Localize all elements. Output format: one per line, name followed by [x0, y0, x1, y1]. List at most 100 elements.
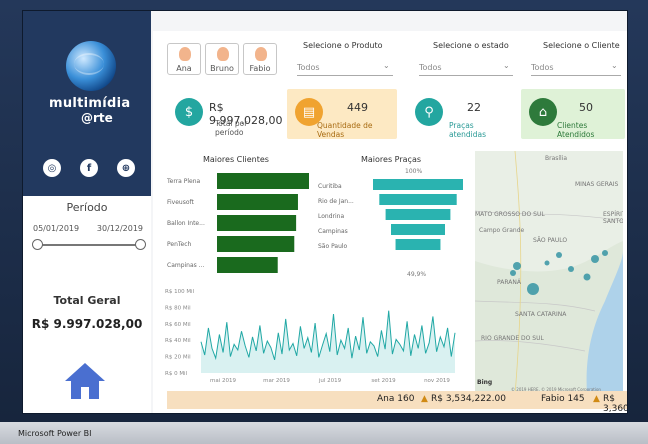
map-label: SANTA CATARINA	[515, 311, 567, 318]
map-visual[interactable]: Brasília MINAS GERAIS ESPÍRITO SANTO MAT…	[475, 151, 623, 395]
filter-estado-value[interactable]: Todos	[419, 63, 442, 72]
funnel-category-label: Campinas	[318, 228, 348, 235]
filter-underline	[297, 75, 393, 76]
report-main: Ana Bruno Fabio Selecione o Produto Todo…	[153, 31, 627, 413]
kpi-value: 449	[347, 101, 368, 114]
taskbar: Microsoft Power BI	[0, 422, 648, 444]
facebook-icon[interactable]: f	[80, 159, 98, 177]
total-label: Total Geral	[53, 294, 121, 307]
client-bar	[217, 215, 297, 231]
slider-start-handle[interactable]	[32, 239, 43, 250]
x-axis-label: set 2019	[371, 378, 396, 384]
funnel-bar	[391, 224, 445, 235]
triangle-up-icon: ▲	[593, 394, 600, 404]
employee-button-ana[interactable]: Ana	[167, 43, 201, 75]
social-links: ◎ f ⊕	[43, 159, 135, 177]
employee-name: Fabio	[249, 64, 271, 73]
period-label: Período	[66, 201, 108, 214]
chart-vendas-tempo: R$ 100 Mil R$ 80 Mil R$ 60 Mil R$ 40 Mil R$ …	[165, 289, 456, 384]
person-icon	[255, 47, 267, 61]
x-axis-label: mar 2019	[263, 378, 290, 384]
funnel-top-label: 100%	[405, 168, 423, 175]
person-icon	[179, 47, 191, 61]
people-icon: ⌂	[529, 98, 557, 126]
map-label: ESPÍRITO SANTO	[603, 211, 623, 225]
filter-cliente-value[interactable]: Todos	[531, 63, 554, 72]
chevron-down-icon[interactable]: ⌄	[503, 61, 510, 70]
map-label: SÃO PAULO	[533, 237, 568, 244]
filter-underline	[531, 75, 621, 76]
chart-pracas-title: Maiores Praças	[361, 155, 422, 164]
instagram-icon[interactable]: ◎	[43, 159, 61, 177]
client-bar	[217, 236, 295, 252]
funnel-category-label: Curitiba	[318, 183, 342, 190]
map-label: Campo Grande	[479, 227, 525, 234]
monitor-frame: multimídia @rte ◎ f ⊕ Período 05/01/2019…	[0, 0, 648, 444]
filter-produto-label: Selecione o Produto	[303, 41, 383, 50]
chevron-down-icon[interactable]: ⌄	[611, 61, 618, 70]
x-axis-label: nov 2019	[424, 378, 450, 384]
date-end: 30/12/2019	[96, 224, 143, 233]
bar-category-label: Campinas ...	[167, 262, 205, 269]
ticker-left-name: Ana 160	[377, 394, 415, 404]
taskbar-app-title[interactable]: Microsoft Power BI	[18, 429, 92, 438]
home-icon[interactable]	[63, 361, 107, 401]
funnel-category-label: Londrina	[318, 213, 344, 220]
bar-category-label: Ballon Inte...	[167, 220, 205, 227]
filter-cliente-label: Selecione o Cliente	[543, 41, 620, 50]
client-bar	[217, 257, 278, 273]
globe-logo-icon	[66, 41, 116, 91]
client-bar	[217, 173, 309, 189]
chevron-down-icon[interactable]: ⌄	[383, 61, 390, 70]
person-icon	[217, 47, 229, 61]
employee-name: Ana	[176, 64, 192, 73]
filter-estado-label: Selecione o estado	[433, 41, 509, 50]
map-label: MINAS GERAIS	[575, 181, 619, 188]
map-label: RIO GRANDE DO SUL	[481, 335, 544, 342]
y-axis-label: R$ 100 Mil	[165, 289, 195, 295]
kpi-label: Praças atendidas	[449, 121, 487, 139]
kpi-card-clientes: ⌂ 50 Clientes Atendidos	[521, 89, 625, 139]
funnel-bar	[379, 194, 457, 205]
bar-category-label: Fiveusoft	[167, 199, 195, 206]
funnel-bottom-label: 49,9%	[407, 271, 427, 278]
bar-category-label: PenTech	[167, 241, 192, 248]
money-icon: $	[175, 98, 203, 126]
x-axis-label: jul 2019	[318, 378, 342, 384]
filter-underline	[419, 75, 513, 76]
kpi-value: 22	[467, 101, 481, 114]
sales-ticker: Ana 160 ▲ R$ 3,534,222.00 Fabio 145 ▲ R$…	[167, 391, 627, 413]
ticker-right-amount: R$ 3,360	[603, 394, 628, 414]
funnel-bar	[373, 179, 463, 190]
slider-end-handle[interactable]	[135, 239, 146, 250]
map-label: MATO GROSSO DO SUL	[475, 211, 545, 218]
employee-name: Bruno	[210, 64, 234, 73]
total-value: R$ 9.997.028,00	[31, 317, 143, 331]
map-label: Brasília	[545, 155, 568, 162]
kpi-label: Total por período	[215, 119, 248, 137]
bing-logo: Bing	[477, 379, 493, 386]
powerbi-report-canvas: multimídia @rte ◎ f ⊕ Período 05/01/2019…	[22, 10, 628, 414]
website-icon[interactable]: ⊕	[117, 159, 135, 177]
map-pin-icon: ⚲	[415, 98, 443, 126]
date-start: 05/01/2019	[33, 224, 80, 233]
y-axis-label: R$ 40 Mil	[165, 338, 191, 344]
bar-category-label: Terra Plena	[166, 178, 201, 185]
filter-produto-value[interactable]: Todos	[297, 63, 320, 72]
funnel-category-label: Rio de Jan...	[318, 198, 354, 205]
chart-pracas: Curitiba Rio de Jan... Londrina Campinas São…	[318, 179, 463, 250]
brand-panel: multimídia @rte ◎ f ⊕	[23, 11, 151, 196]
kpi-card-vendas: ▤ 449 Quantidade de Vendas	[287, 89, 397, 139]
period-slider[interactable]	[32, 239, 146, 250]
chart-clientes: Terra Plena Fiveusoft Ballon Inte... PenTec…	[166, 173, 309, 273]
funnel-category-label: São Paulo	[318, 243, 348, 250]
sidebar: multimídia @rte ◎ f ⊕ Período 05/01/2019…	[23, 11, 151, 413]
kpi-value: 50	[579, 101, 593, 114]
date-range: 05/01/2019 30/12/2019	[33, 224, 143, 233]
employee-button-fabio[interactable]: Fabio	[243, 43, 277, 75]
ticker-right-name: Fabio 145	[541, 394, 585, 404]
employee-button-bruno[interactable]: Bruno	[205, 43, 239, 75]
chart-clientes-title: Maiores Clientes	[203, 155, 269, 164]
y-axis-label: R$ 80 Mil	[165, 305, 191, 311]
map-label: PARANÁ	[497, 279, 521, 286]
